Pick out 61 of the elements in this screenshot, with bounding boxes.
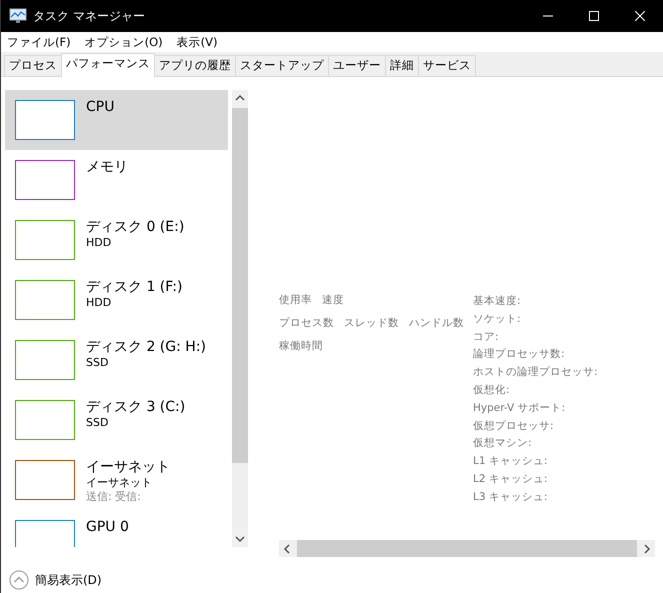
spec-label: 仮想化:	[473, 382, 511, 398]
spec-label: 論理プロセッサ数:	[473, 347, 566, 362]
vertical-scrollbar[interactable]	[232, 90, 248, 547]
item-title: GPU 0	[86, 518, 129, 536]
sidebar-item[interactable]: イーサネット イーサネット 送信: 受信:	[5, 450, 228, 510]
item-title: ディスク 2 (G: H:)	[86, 338, 206, 356]
spec-label: ホストの論理プロセッサ:	[473, 365, 598, 380]
spec-label: 仮想マシン:	[473, 436, 533, 452]
graph-thumbnail	[15, 220, 75, 260]
item-title: CPU	[86, 98, 114, 116]
graph-thumbnail	[15, 100, 75, 140]
sidebar-item[interactable]: ディスク 0 (E:) HDD	[5, 210, 228, 270]
stat-label: ハンドル数	[409, 316, 464, 331]
spec-label: L1 キャッシュ:	[473, 454, 548, 470]
graph-thumbnail	[15, 460, 75, 500]
fewer-details-link[interactable]: 簡易表示(D)	[35, 572, 102, 588]
spec-label: L3 キャッシュ:	[473, 490, 548, 505]
sidebar-item[interactable]: ディスク 1 (F:) HDD	[5, 270, 228, 330]
spec-label: L2 キャッシュ:	[473, 472, 548, 487]
stat-label: 速度	[322, 293, 344, 308]
sidebar-item[interactable]: GPU 0	[5, 510, 228, 547]
tab[interactable]: プロセス	[4, 55, 62, 76]
item-detail: 送信: 受信:	[86, 489, 142, 505]
stat-label: プロセス数	[279, 316, 334, 331]
graph-thumbnail	[15, 400, 75, 440]
item-subtitle: イーサネット	[86, 476, 153, 489]
menu-item[interactable]: ファイル(F)	[7, 34, 71, 50]
sidebar-item[interactable]: ディスク 3 (C:) SSD	[5, 390, 228, 450]
stat-label: スレッド数	[344, 316, 399, 331]
stat-label: 使用率	[279, 293, 312, 308]
tab[interactable]: サービス	[418, 55, 476, 76]
spec-label: 基本速度:	[473, 294, 522, 309]
graph-thumbnail	[15, 160, 75, 200]
scroll-thumb[interactable]	[232, 108, 248, 463]
item-subtitle: HDD	[86, 296, 112, 309]
sidebar-item[interactable]: ディスク 2 (G: H:) SSD	[5, 330, 228, 390]
sidebar-item[interactable]: CPU	[5, 90, 228, 150]
spec-label: コア:	[473, 330, 500, 345]
item-title: ディスク 1 (F:)	[86, 278, 182, 296]
item-subtitle: SSD	[86, 416, 110, 429]
graph-thumbnail	[15, 280, 75, 320]
item-title: イーサネット	[86, 458, 170, 476]
maximize-icon[interactable]	[589, 11, 599, 21]
tab[interactable]: パフォーマンス	[61, 53, 155, 77]
item-title: ディスク 0 (E:)	[86, 218, 184, 236]
window-title: タスク マネージャー	[33, 8, 145, 24]
monitor-chart-icon	[9, 8, 27, 24]
stat-label: 稼働時間	[279, 339, 323, 354]
menu-item[interactable]: オプション(O)	[84, 34, 163, 50]
close-icon[interactable]	[635, 11, 645, 21]
item-title: ディスク 3 (C:)	[86, 398, 186, 416]
sidebar-item[interactable]: メモリ	[5, 150, 228, 210]
graph-thumbnail	[15, 340, 75, 380]
spec-label: Hyper-V サポート:	[473, 400, 566, 416]
item-title: メモリ	[86, 158, 128, 176]
collapse-icon[interactable]	[9, 570, 29, 590]
spec-label: ソケット:	[473, 312, 522, 327]
item-subtitle: HDD	[86, 236, 112, 249]
spec-label: 仮想プロセッサ:	[473, 418, 555, 434]
menu-item[interactable]: 表示(V)	[176, 34, 218, 50]
item-subtitle: SSD	[86, 356, 110, 369]
